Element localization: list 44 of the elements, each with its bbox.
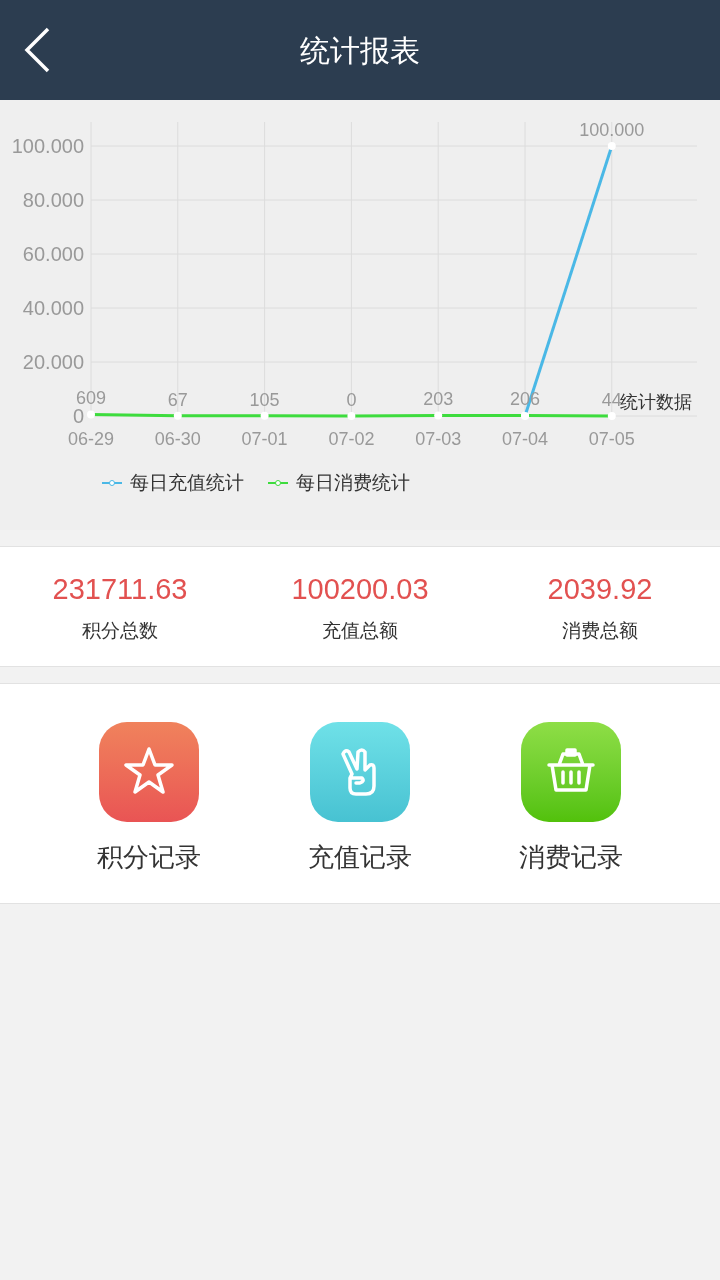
data-label: 203 <box>423 389 454 410</box>
shortcut-button[interactable]: 充值记录 <box>290 722 430 903</box>
shortcut-button[interactable]: 积分记录 <box>79 722 220 903</box>
x-tick-label: 06-29 <box>68 429 114 449</box>
x-tick-label: 07-02 <box>328 429 375 449</box>
x-tick-label: 07-03 <box>415 429 462 449</box>
data-point <box>347 412 356 420</box>
data-point <box>434 411 443 420</box>
y-tick-label: 40.000 <box>22 297 84 319</box>
shortcut-label: 积分记录 <box>97 841 202 874</box>
x-tick-label: 07-01 <box>241 429 288 449</box>
legend-label: 每日充值统计 <box>130 471 244 495</box>
data-label: 67 <box>167 389 188 410</box>
data-label: 105 <box>249 389 280 410</box>
stat-label: 充值总额 <box>322 619 398 643</box>
shortcut-button[interactable]: 消费记录 <box>500 722 641 903</box>
stat-label: 消费总额 <box>562 619 638 643</box>
data-point <box>607 142 616 150</box>
shortcut-label: 充值记录 <box>308 841 412 874</box>
y-tick-label: 80.000 <box>22 189 84 211</box>
legend-label: 每日消费统计 <box>296 471 410 495</box>
data-point <box>260 411 269 420</box>
y-tick-label: 60.000 <box>22 243 84 265</box>
back-icon <box>23 27 51 73</box>
y-tick-label: 20.000 <box>22 351 84 373</box>
y-tick-label: 100.000 <box>11 135 84 157</box>
data-point <box>607 412 616 420</box>
stat-label: 积分总数 <box>82 619 158 643</box>
legend-swatch-icon <box>268 479 288 488</box>
x-tick-label: 06-30 <box>154 429 201 449</box>
page-title: 统计报表 <box>300 32 420 69</box>
data-point <box>521 412 529 420</box>
stat-value: 2039.92 <box>547 571 653 607</box>
data-label: 100.000 <box>579 120 645 140</box>
chart-annotation: 统计数据 <box>620 392 692 412</box>
legend-swatch-icon <box>102 479 122 488</box>
data-label: 0 <box>346 390 357 410</box>
stat-value: 100200.03 <box>291 571 429 607</box>
x-tick-label: 07-05 <box>588 429 635 449</box>
stat-value: 231711.63 <box>52 571 188 607</box>
data-point <box>87 410 95 419</box>
data-point <box>173 411 182 420</box>
shortcut-label: 消费记录 <box>518 841 623 874</box>
x-tick-label: 07-04 <box>502 429 548 449</box>
